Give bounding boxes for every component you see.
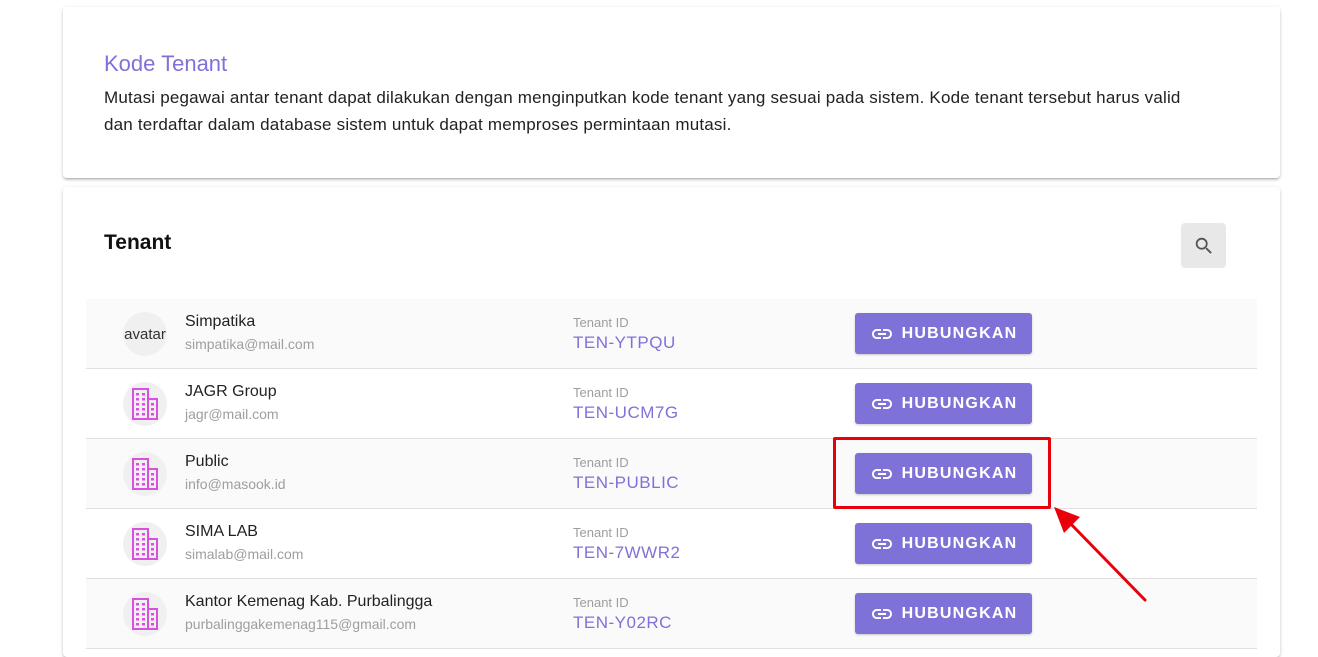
tenant-name: Kantor Kemenag Kab. Purbalingga [185, 593, 433, 610]
tenant-id-value: TEN-YTPQU [573, 333, 676, 352]
connect-button[interactable]: HUBUNGKAN [855, 523, 1032, 564]
tenant-id-value: TEN-7WWR2 [573, 543, 681, 562]
building-icon [132, 458, 158, 490]
tenant-name: Simpatika [185, 313, 256, 330]
info-card: Kode Tenant Mutasi pegawai antar tenant … [63, 7, 1280, 178]
search-icon [1195, 237, 1212, 254]
tenant-name: Public [185, 453, 229, 470]
link-icon [871, 538, 892, 549]
connect-button[interactable]: HUBUNGKAN [855, 453, 1032, 494]
connect-button[interactable]: HUBUNGKAN [855, 383, 1032, 424]
tenant-id-value: TEN-PUBLIC [573, 473, 680, 492]
building-icon [132, 598, 158, 630]
search-button[interactable] [1181, 223, 1226, 268]
tenant-row: avatar Simpatika simpatika@mail.com Tenant … [86, 299, 1257, 369]
tenant-name: SIMA LAB [185, 523, 258, 540]
connect-button[interactable]: HUBUNGKAN [855, 593, 1032, 634]
connect-button-label: HUBUNGKAN [901, 604, 1018, 622]
tenant-email: jagr@mail.com [185, 406, 279, 422]
tenant-id-label: Tenant ID [573, 525, 629, 540]
tenant-email: simalab@mail.com [185, 546, 304, 562]
link-icon [871, 468, 892, 479]
tenant-id-label: Tenant ID [573, 455, 629, 470]
avatar [123, 382, 167, 426]
tenant-row: JAGR Group jagr@mail.com Tenant ID TEN-UCM7… [86, 369, 1257, 439]
link-icon [871, 328, 892, 339]
tenant-id-label: Tenant ID [573, 315, 629, 330]
tenant-id-value: TEN-Y02RC [573, 613, 672, 632]
tenant-card: Tenant avatar Simpatika simpatika@mail.com… [63, 187, 1280, 657]
info-title: Kode Tenant [104, 51, 228, 76]
tenant-name: JAGR Group [185, 383, 277, 400]
link-icon [871, 398, 892, 409]
avatar [123, 452, 167, 496]
tenant-section-title: Tenant [104, 231, 172, 254]
connect-button-label: HUBUNGKAN [901, 324, 1018, 342]
tenant-email: simpatika@mail.com [185, 336, 315, 352]
tenant-id-value: TEN-UCM7G [573, 403, 679, 422]
tenant-email: info@masook.id [185, 476, 286, 492]
tenant-id-label: Tenant ID [573, 595, 629, 610]
info-description: Mutasi pegawai antar tenant dapat dilaku… [104, 88, 1181, 134]
tenant-row: SIMA LAB simalab@mail.com Tenant ID TEN-7WW… [86, 509, 1257, 579]
avatar [123, 522, 167, 566]
connect-button[interactable]: HUBUNGKAN [855, 313, 1032, 354]
tenant-list: avatar Simpatika simpatika@mail.com Tenant … [86, 299, 1257, 649]
tenant-row: Public info@masook.id Tenant ID TEN-PUBLIC H… [86, 439, 1257, 509]
connect-button-label: HUBUNGKAN [901, 394, 1018, 412]
avatar-alt-text: avatar [124, 325, 166, 343]
tenant-email: purbalinggakemenag115@gmail.com [185, 616, 417, 632]
avatar: avatar [123, 312, 167, 356]
building-icon [132, 388, 158, 420]
link-icon [871, 608, 892, 619]
tenant-row: Kantor Kemenag Kab. Purbalingga purbaling… [86, 579, 1257, 649]
building-icon [132, 528, 158, 560]
connect-button-label: HUBUNGKAN [901, 534, 1018, 552]
connect-button-label: HUBUNGKAN [901, 464, 1018, 482]
tenant-id-label: Tenant ID [573, 385, 629, 400]
avatar [123, 592, 167, 636]
